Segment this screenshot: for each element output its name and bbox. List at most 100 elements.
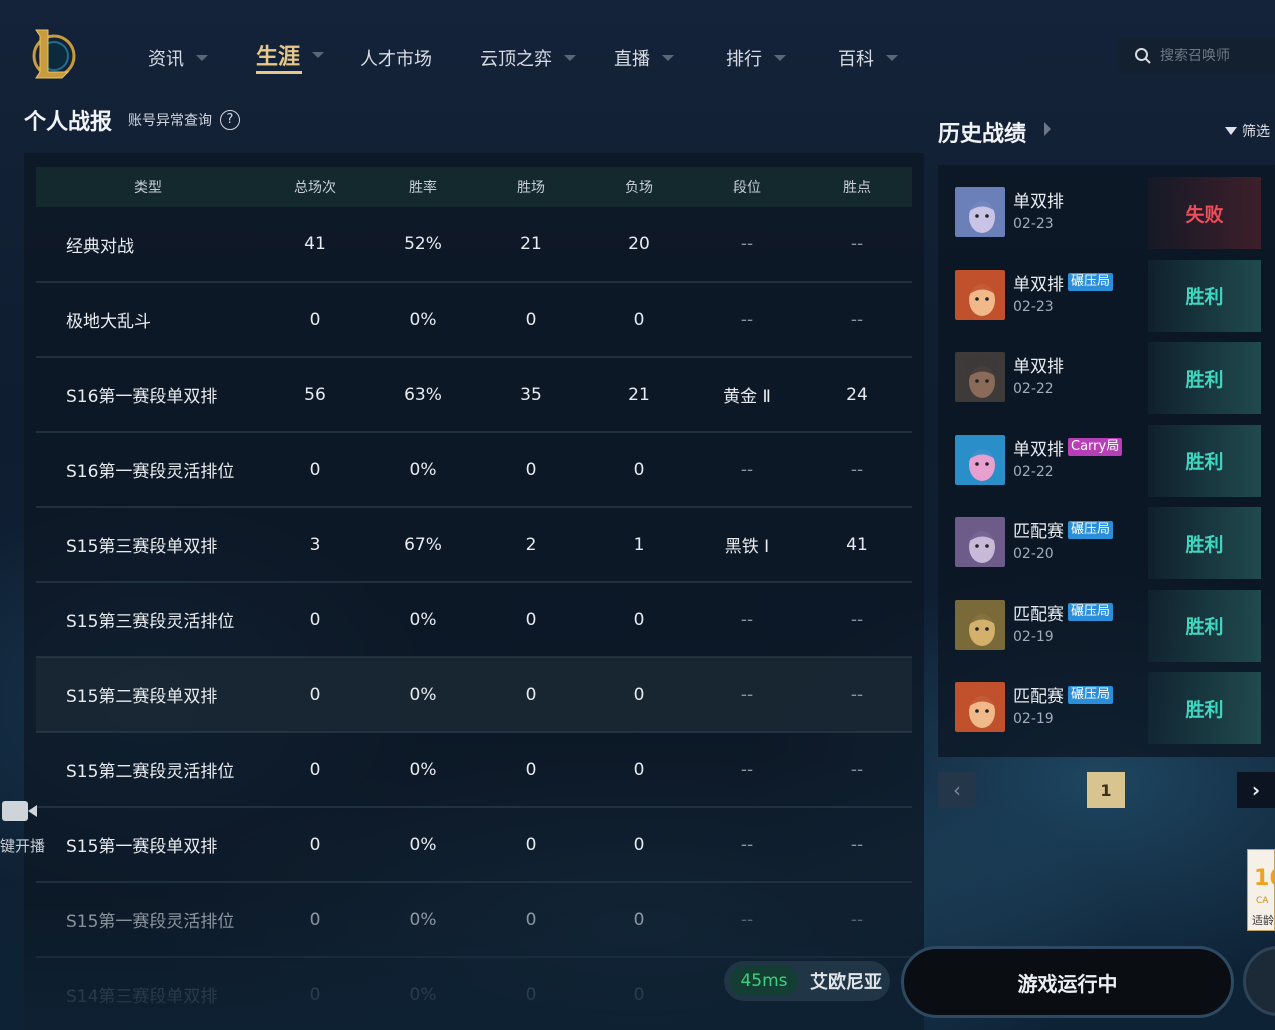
age-rating-badge: 16 CA 适龄	[1247, 849, 1275, 931]
match-tag-badge: Carry局	[1068, 438, 1123, 456]
stats-cell: 0	[586, 657, 692, 733]
nav-item-2[interactable]: 人才市场	[360, 45, 432, 71]
stats-cell: 21	[586, 357, 692, 433]
champion-avatar-icon[interactable]	[955, 682, 1005, 732]
match-result-win: 胜利	[1148, 672, 1261, 744]
pager-prev-button[interactable]: ‹	[938, 772, 976, 808]
stats-cell: 0	[476, 657, 586, 733]
stats-cell: --	[802, 582, 912, 658]
champion-avatar-icon[interactable]	[955, 599, 1005, 650]
filter-button[interactable]: 筛选	[1225, 121, 1270, 141]
active-tab-underline	[256, 71, 302, 74]
stream-label: 键开播	[0, 837, 46, 855]
pager-next-button[interactable]: ›	[1237, 772, 1275, 808]
stream-button[interactable]: 键开播	[0, 797, 50, 857]
abnormal-account-label[interactable]: 账号异常查询	[128, 110, 212, 130]
stats-type-cell: S15第一赛段灵活排位	[36, 882, 260, 958]
stats-cell: 0	[260, 732, 370, 808]
nav-item-3[interactable]: 云顶之弈	[480, 45, 576, 71]
stats-cell: --	[802, 657, 912, 733]
stats-cell: 0	[260, 582, 370, 658]
lol-logo-icon[interactable]	[28, 26, 78, 82]
match-history-item[interactable]: 匹配赛 碾压局 02-19 胜利	[938, 660, 1275, 744]
stats-header-cell: 胜场	[476, 167, 586, 207]
nav-item-5[interactable]: 排行	[726, 45, 786, 71]
stats-cell: 0	[586, 732, 692, 808]
stats-type-cell: S15第一赛段单双排	[36, 807, 260, 883]
stats-cell: --	[802, 282, 912, 358]
chevron-down-icon	[312, 52, 325, 58]
stats-panel: 类型 总场次 胜率 胜场 负场 段位 胜点 经典对战 41 52% 21 20 -- -- 极地大乱斗 0 0…	[24, 153, 924, 1030]
stats-type-cell: 极地大乱斗	[36, 282, 260, 358]
match-history-item[interactable]: 单双排 Carry局 02-22 胜利	[938, 413, 1275, 497]
stats-cell: --	[692, 657, 802, 733]
stats-row: S15第二赛段灵活排位 0 0% 0 0 -- --	[36, 732, 912, 808]
champion-avatar-icon[interactable]	[955, 269, 1005, 320]
stats-type-cell: S16第一赛段灵活排位	[36, 432, 260, 508]
age-rating-text: 适龄	[1252, 914, 1274, 927]
match-history-item[interactable]: 单双排 02-23 失败	[938, 165, 1275, 249]
stats-cell: --	[802, 807, 912, 883]
champion-avatar-icon[interactable]	[955, 187, 1005, 237]
chevron-down-icon	[886, 55, 898, 61]
stats-cell: 0	[260, 657, 370, 733]
search-input[interactable]	[1160, 48, 1270, 64]
pager-page-button[interactable]: 1	[1087, 772, 1125, 808]
server-status[interactable]: 45ms 艾欧尼亚	[724, 961, 890, 1001]
nav-item-6[interactable]: 百科	[838, 45, 898, 71]
history-title[interactable]: 历史战绩	[938, 116, 1026, 148]
stats-row: S15第三赛段灵活排位 0 0% 0 0 -- --	[36, 582, 912, 658]
nav-item-4[interactable]: 直播	[614, 45, 674, 71]
search-icon[interactable]	[1134, 47, 1152, 65]
stats-cell: --	[802, 732, 912, 808]
page-title: 个人战报	[24, 110, 113, 135]
stats-cell: 0	[260, 882, 370, 958]
champion-avatar-icon[interactable]	[955, 352, 1005, 402]
stats-cell: 0%	[370, 882, 476, 958]
match-date: 02-23	[1013, 298, 1054, 315]
help-icon[interactable]: ?	[220, 110, 240, 130]
champion-avatar-icon[interactable]	[955, 434, 1005, 485]
nav-item-1[interactable]: 生涯	[256, 42, 325, 74]
match-history-item[interactable]: 匹配赛 碾压局 02-20 胜利	[938, 495, 1275, 579]
stats-cell: 0	[586, 582, 692, 658]
match-tag-badge: 碾压局	[1068, 685, 1114, 704]
stats-cell: 黑铁 Ⅰ	[692, 507, 802, 583]
search-box[interactable]	[1118, 38, 1275, 74]
stats-row: S15第一赛段单双排 0 0% 0 0 -- --	[36, 807, 912, 883]
stats-cell: 41	[802, 507, 912, 583]
match-history-item[interactable]: 匹配赛 碾压局 02-19 胜利	[938, 578, 1275, 662]
stats-type-cell: S15第三赛段灵活排位	[36, 582, 260, 658]
stats-cell: 0%	[370, 732, 476, 808]
nav-item-0[interactable]: 资讯	[148, 45, 208, 71]
filter-icon	[1225, 127, 1237, 135]
stats-cell: --	[692, 282, 802, 358]
stats-cell: 3	[260, 507, 370, 583]
stats-row: S15第二赛段单双排 0 0% 0 0 -- --	[36, 657, 912, 733]
stats-row: 经典对战 41 52% 21 20 -- --	[36, 207, 912, 283]
match-date: 02-19	[1013, 711, 1054, 727]
match-result-win: 胜利	[1148, 589, 1261, 662]
stats-cell: 2	[476, 507, 586, 583]
stats-cell: --	[692, 882, 802, 958]
match-result-win: 胜利	[1148, 342, 1261, 414]
stats-cell: 0	[476, 732, 586, 808]
play-button[interactable]: 游戏运行中	[901, 946, 1234, 1018]
champion-avatar-icon[interactable]	[955, 517, 1005, 567]
abnormal-account-link[interactable]: 账号异常查询 ?	[128, 110, 240, 130]
nav-item-label: 生涯	[256, 45, 301, 70]
nav-item-label: 云顶之弈	[480, 49, 552, 70]
chevron-down-icon	[196, 55, 208, 61]
stats-cell: 0	[476, 807, 586, 883]
stats-header-row: 类型 总场次 胜率 胜场 负场 段位 胜点	[36, 167, 912, 207]
stats-cell: 24	[802, 357, 912, 433]
match-history-item[interactable]: 单双排 02-22 胜利	[938, 330, 1275, 414]
stats-cell: --	[692, 432, 802, 508]
match-history-item[interactable]: 单双排 碾压局 02-23 胜利	[938, 248, 1275, 332]
history-arrow-icon[interactable]	[1044, 122, 1051, 136]
history-panel: 单双排 02-23 失败 单双排 碾压局 02-23 胜利 单双排 02-22 胜利 单双排 Carr…	[938, 165, 1275, 757]
match-mode-label: 单双排	[1013, 192, 1064, 212]
stats-type-cell: S14第三赛段单双排	[36, 957, 260, 1030]
stats-cell: 56	[260, 357, 370, 433]
match-date: 02-23	[1013, 216, 1054, 232]
